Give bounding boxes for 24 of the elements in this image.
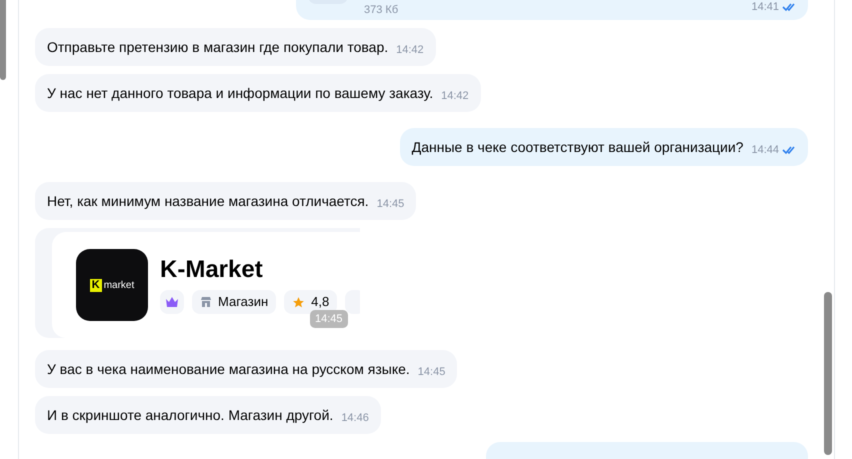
message-text: И в скриншоте аналогично. Магазин другой. (47, 406, 334, 425)
message-time: 14:42 (441, 89, 469, 103)
store-icon (200, 296, 212, 308)
message-text: Отправьте претензию в магазин где покупали товар. (47, 38, 388, 57)
star-icon (292, 296, 306, 308)
message-time: 14:44 (751, 143, 779, 157)
message-time: 14:41 (751, 0, 779, 14)
scrollbar-thumb[interactable] (824, 292, 832, 455)
crown-badge (160, 290, 184, 314)
message-text: У нас нет данного товара и информации по вашему заказу. (47, 84, 434, 103)
message-time: 14:45 (418, 365, 446, 379)
file-size: 373 Кб (364, 4, 398, 16)
message-time: 14:46 (341, 411, 369, 425)
shop-title: K-Market (160, 256, 264, 284)
category-chip: Магазин (192, 290, 276, 314)
message-time: 14:42 (396, 43, 424, 57)
message-text: Нет, как минимум название магазина отличается. (47, 192, 369, 211)
message-text: Данные в чеке соответствуют вашей организации? (412, 138, 744, 157)
rating-chip: 4,8 (284, 290, 338, 314)
message-time: 14:45 (310, 310, 348, 328)
message-text: У вас в чека наименование магазина на русском языке. (47, 360, 410, 379)
message-time: 14:45 (376, 197, 404, 211)
shop-logo: K market (76, 249, 148, 321)
scrollbar-thumb[interactable] (0, 0, 6, 80)
